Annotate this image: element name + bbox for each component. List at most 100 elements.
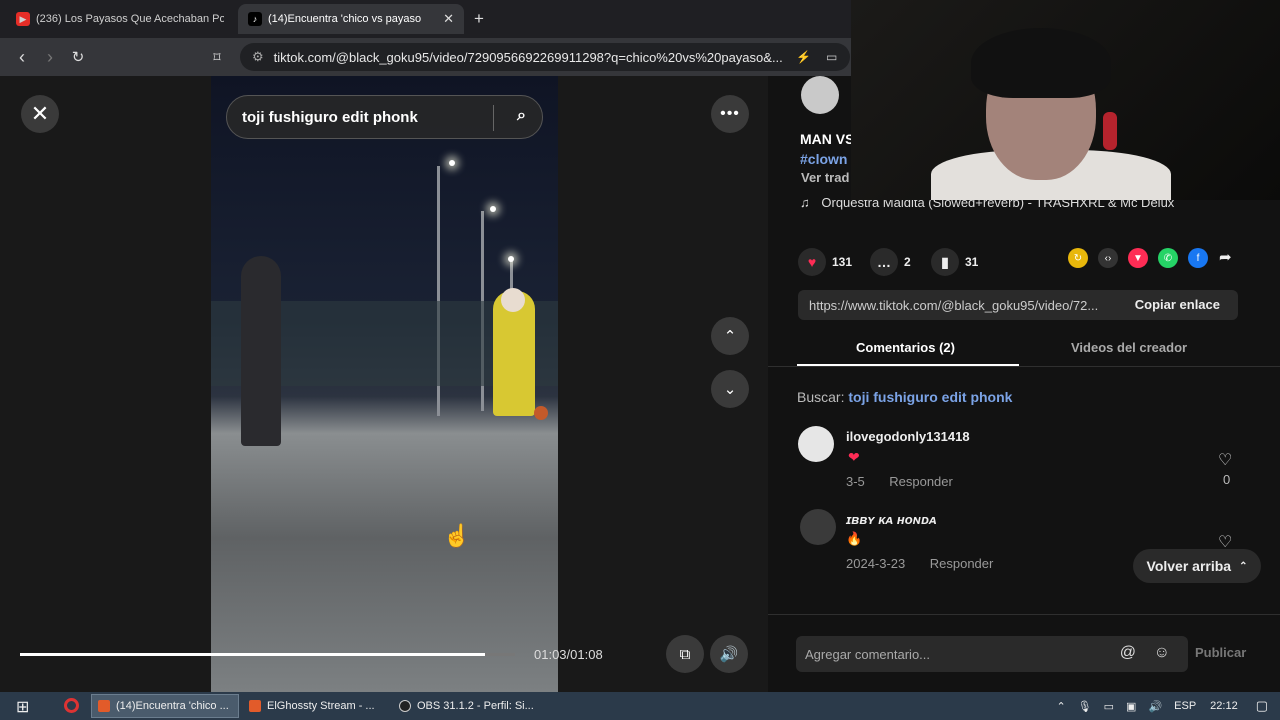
clock[interactable]: 22:12: [1210, 700, 1238, 712]
comment-like-icon[interactable]: ♡: [1218, 450, 1232, 470]
tab-youtube[interactable]: ▶ (236) Los Payasos Que Acechaban Po: [6, 4, 234, 34]
comment-text: 🔥: [846, 531, 863, 546]
search-suggestion[interactable]: Buscar: toji fushiguro edit phonk: [797, 389, 1012, 405]
video-link-field[interactable]: https://www.tiktok.com/@black_goku95/vid…: [798, 290, 1238, 320]
notification-icon[interactable]: ▢: [1256, 698, 1268, 714]
site-settings-icon[interactable]: ⚙: [252, 49, 264, 65]
system-tray: ⌃ 🎙 ▭ ▣ 🔊 ESP 22:12 ▢: [1056, 692, 1280, 720]
new-tab-button[interactable]: +: [474, 9, 484, 29]
extension-icon[interactable]: ⚡: [796, 50, 811, 64]
webcam-overlay: [851, 0, 1280, 200]
tiktok-icon: ♪: [248, 12, 262, 26]
video-link-text: https://www.tiktok.com/@black_goku95/vid…: [809, 297, 1099, 313]
reload-icon[interactable]: ↻: [67, 46, 89, 68]
language-indicator[interactable]: ESP: [1174, 700, 1196, 712]
comment-date: 2024-3-23: [846, 556, 906, 571]
close-icon: ✕: [30, 101, 50, 126]
tab-title: (14)Encuentra 'chico vs payaso: [268, 13, 422, 25]
street-lamp: [508, 256, 514, 262]
back-to-top-button[interactable]: Volver arriba ⌃: [1133, 549, 1261, 583]
caption-hashtag[interactable]: #clown: [800, 151, 847, 167]
battery-icon[interactable]: ▭: [1104, 700, 1114, 713]
chevron-up-icon: ⌃: [723, 328, 737, 345]
cursor-icon: ☝: [443, 523, 471, 548]
tab-title: (236) Los Payasos Que Acechaban Po: [36, 13, 224, 25]
bookmark-icon[interactable]: ⌑: [206, 46, 228, 68]
tab-creator-videos[interactable]: Videos del creador: [1071, 340, 1187, 355]
taskbar-browser-1[interactable]: (14)Encuentra 'chico ...: [91, 694, 239, 718]
taskbar: ⊞ (14)Encuentra 'chico ... ElGhossty Str…: [0, 692, 1280, 720]
next-video-button[interactable]: ⌄: [711, 370, 749, 408]
previous-video-button[interactable]: ⌃: [711, 317, 749, 355]
emoji-icon[interactable]: ☺: [1154, 644, 1170, 662]
speaker-icon[interactable]: 🔊: [1148, 700, 1162, 713]
comment-date: 3-5: [846, 474, 865, 489]
copy-link-button[interactable]: Copiar enlace: [1135, 297, 1220, 312]
facebook-icon[interactable]: f: [1188, 248, 1208, 268]
tab-divider: [768, 366, 1280, 367]
close-tab-icon[interactable]: ✕: [443, 11, 454, 27]
back-icon[interactable]: ‹: [11, 46, 33, 68]
chevron-up-icon[interactable]: ⌃: [1056, 700, 1065, 713]
footer-divider: [768, 614, 1280, 615]
close-video-button[interactable]: ✕: [21, 95, 59, 133]
send-icon[interactable]: ▼: [1128, 248, 1148, 268]
publish-button[interactable]: Publicar: [1195, 645, 1246, 660]
video-player[interactable]: ☝: [211, 76, 558, 692]
double-chevron-up-icon: ⌃: [1239, 560, 1248, 572]
comment-meta: 2024-3-23 Responder: [846, 555, 993, 573]
brave-icon: [249, 700, 261, 712]
taskbar-label: (14)Encuentra 'chico ...: [116, 700, 229, 712]
comment-like-count: 0: [1223, 472, 1231, 487]
music-note-icon: ♫: [800, 195, 810, 210]
comment-username[interactable]: ilovegodonly131418: [846, 429, 970, 444]
comment-button[interactable]: … 2: [870, 248, 911, 276]
tab-comments[interactable]: Comentarios (2): [856, 340, 955, 355]
comment-username[interactable]: ɪʙʙʏ ᴋᴀ ʜᴏɴᴅᴀ: [846, 512, 937, 527]
like-button[interactable]: ♥ 131: [798, 248, 852, 276]
search-icon[interactable]: ⌕: [517, 107, 526, 125]
picture-in-picture-button[interactable]: ⧉: [666, 635, 704, 673]
comment-input[interactable]: Agregar comentario... @ ☺: [796, 636, 1188, 672]
forward-icon[interactable]: ›: [39, 46, 61, 68]
progress-bar[interactable]: [20, 653, 515, 656]
headset-icon: [1103, 112, 1117, 150]
comment-avatar[interactable]: [798, 426, 834, 462]
comment-icon: …: [870, 248, 898, 276]
bookmark-icon: ▮: [931, 248, 959, 276]
tab-tiktok[interactable]: ♪ (14)Encuentra 'chico vs payaso ✕: [238, 4, 464, 34]
search-suggestion-query: toji fushiguro edit phonk: [848, 389, 1013, 405]
url-text: tiktok.com/@black_goku95/video/729095669…: [273, 49, 783, 65]
record-icon[interactable]: [64, 698, 79, 713]
search-input[interactable]: toji fushiguro edit phonk ⌕: [226, 95, 543, 139]
taskbar-browser-2[interactable]: ElGhossty Stream - ...: [243, 694, 389, 718]
start-icon[interactable]: ⊞: [16, 697, 29, 717]
comment-placeholder: Agregar comentario...: [805, 646, 931, 662]
reply-button[interactable]: Responder: [889, 474, 953, 489]
progress-fill: [20, 653, 486, 656]
reply-button[interactable]: Responder: [930, 556, 994, 571]
share-icon[interactable]: ➦: [1219, 248, 1232, 266]
save-button[interactable]: ▮ 31: [931, 248, 978, 276]
translate-link[interactable]: Ver trad: [801, 170, 849, 185]
more-options-button[interactable]: •••: [711, 95, 749, 133]
mention-icon[interactable]: @: [1120, 644, 1136, 662]
volume-button[interactable]: 🔊: [710, 635, 748, 673]
street-lamp: [449, 160, 455, 166]
microphone-icon[interactable]: 🎙: [1078, 700, 1092, 713]
youtube-icon: ▶: [16, 12, 30, 26]
whatsapp-icon[interactable]: ✆: [1158, 248, 1178, 268]
time-label: 01:03/01:08: [534, 647, 603, 662]
comment-avatar[interactable]: [800, 509, 836, 545]
network-icon[interactable]: ▣: [1126, 700, 1136, 713]
search-divider: [493, 105, 494, 131]
more-icon: •••: [720, 105, 740, 122]
embed-icon[interactable]: ‹›: [1098, 248, 1118, 268]
taskbar-obs[interactable]: OBS 31.1.2 - Perfil: Si...: [393, 694, 539, 718]
creator-avatar[interactable]: [801, 76, 839, 114]
search-suggestion-label: Buscar:: [797, 389, 845, 405]
url-bar[interactable]: ⚙ tiktok.com/@black_goku95/video/7290956…: [240, 43, 850, 71]
repost-icon[interactable]: ↻: [1068, 248, 1088, 268]
cast-icon[interactable]: ▭: [826, 50, 837, 64]
back-to-top-label: Volver arriba: [1146, 558, 1232, 574]
